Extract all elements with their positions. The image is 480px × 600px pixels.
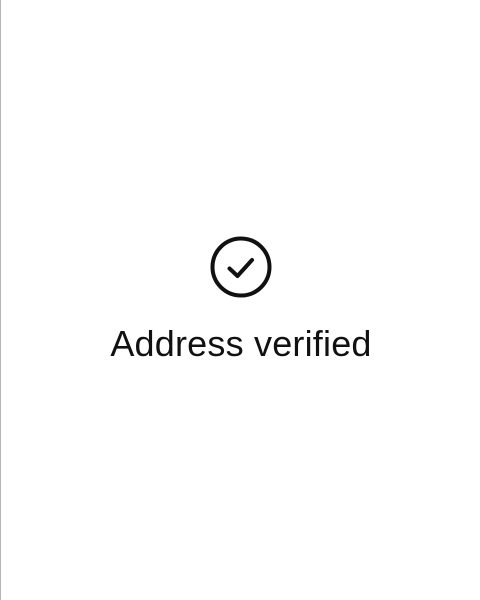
verification-status: Address verified bbox=[1, 236, 480, 364]
verification-status-screen: Address verified bbox=[0, 0, 480, 600]
check-circle-icon bbox=[210, 236, 272, 298]
status-message: Address verified bbox=[110, 323, 372, 364]
